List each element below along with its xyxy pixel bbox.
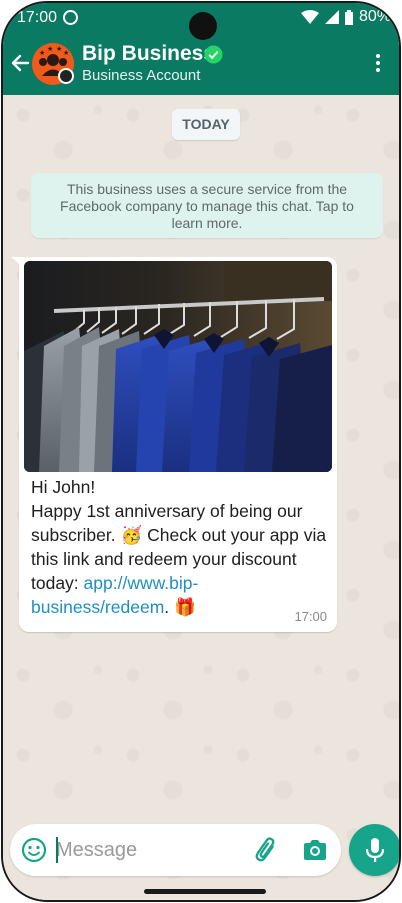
message-composer [10,824,341,876]
text-caret [56,837,58,863]
svg-text:★: ★ [56,45,62,53]
mic-icon [365,838,385,862]
battery-icon [344,9,353,25]
message-image[interactable] [24,261,332,472]
whatsapp-notification-icon [63,10,78,25]
chat-header: 17:00 80% ★ ★ ★ ★ Bip Business Business … [3,3,399,95]
message-greeting: Hi John! [31,477,96,497]
contact-subtitle: Business Account [82,67,201,84]
svg-text:★: ★ [39,49,45,57]
camera-icon[interactable] [302,837,328,863]
phone-frame: 17:00 80% ★ ★ ★ ★ Bip Business Business … [1,1,401,902]
avatar-check-badge [58,68,74,84]
contact-name[interactable]: Bip Business [82,42,215,66]
emoji-icon[interactable] [21,837,47,863]
message-input[interactable] [56,836,236,864]
encryption-notice[interactable]: This business uses a secure service from… [31,173,383,238]
signal-icon [324,10,339,24]
message-body-end: . 🎁 [164,597,196,617]
back-arrow-icon[interactable] [10,53,30,73]
message-timestamp: 17:00 [294,609,327,624]
more-vert-icon[interactable] [375,54,381,74]
svg-text:★: ★ [47,45,53,53]
attach-icon[interactable] [253,836,279,864]
svg-text:★: ★ [63,49,69,57]
camera-cutout [189,12,217,40]
home-indicator[interactable] [144,889,266,894]
battery-percent: 80% [358,8,391,25]
message-bubble[interactable]: Hi John! Happy 1st anniversary of being … [19,257,337,632]
voice-record-button[interactable] [349,824,399,876]
status-right: 80% [300,8,391,26]
message-text: Hi John! Happy 1st anniversary of being … [31,475,327,619]
status-time: 17:00 [17,9,58,26]
date-chip: TODAY [172,109,240,140]
wifi-icon [300,10,319,24]
verified-icon [204,45,223,64]
clothing-rack-photo [24,261,332,472]
